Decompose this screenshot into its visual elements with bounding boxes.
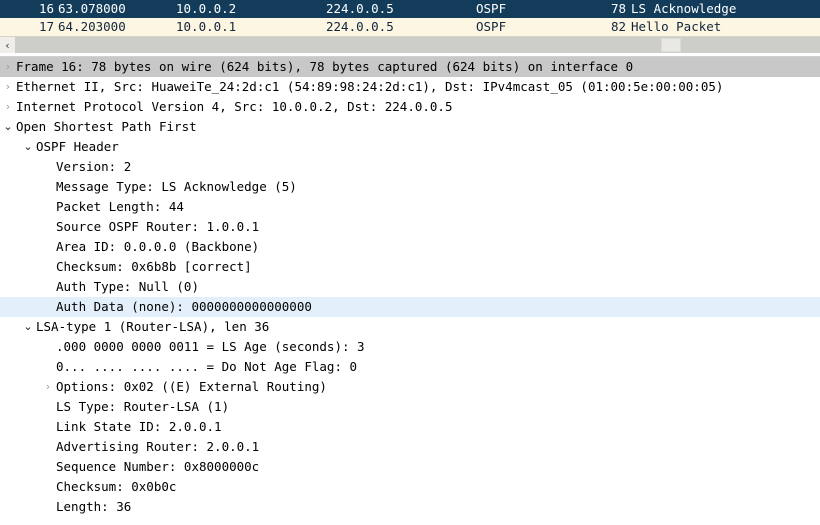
tree-indent-spacer: LS Type: Router-LSA (1) (0, 397, 229, 417)
chevron-right-icon[interactable]: › (0, 77, 16, 97)
detail-tree-row[interactable]: Auth Type: Null (0) (0, 277, 820, 297)
detail-tree-label: Open Shortest Path First (16, 119, 197, 134)
tree-indent-spacer: .000 0000 0000 0011 = LS Age (seconds): … (0, 337, 365, 357)
tree-indent-spacer: Source OSPF Router: 1.0.0.1 (0, 217, 259, 237)
detail-tree-row[interactable]: Source OSPF Router: 1.0.0.1 (0, 217, 820, 237)
detail-tree-label: Checksum: 0x0b0c (56, 479, 177, 494)
packet-list-horizontal-scrollbar[interactable]: ‹ (0, 36, 820, 53)
chevron-down-icon[interactable]: ⌄ (20, 137, 36, 157)
packet-destination-cell: 224.0.0.5 (326, 19, 394, 34)
detail-tree-label: LSA-type 1 (Router-LSA), len 36 (36, 319, 270, 334)
detail-tree-label: Advertising Router: 2.0.0.1 (56, 439, 260, 454)
detail-tree-row[interactable]: ⌄ LSA-type 1 (Router-LSA), len 36 (0, 317, 820, 337)
detail-tree-label: .000 0000 0000 0011 = LS Age (seconds): … (56, 339, 365, 354)
chevron-right-icon[interactable]: › (0, 57, 16, 77)
detail-tree-label: OSPF Header (36, 139, 119, 154)
detail-tree-label: Auth Data (none): 0000000000000000 (56, 299, 312, 314)
chevron-down-icon[interactable]: ⌄ (20, 317, 36, 337)
detail-tree-row[interactable]: .000 0000 0000 0011 = LS Age (seconds): … (0, 337, 820, 357)
packet-time-cell: 64.203000 (58, 19, 126, 34)
chevron-down-icon[interactable]: ⌄ (0, 117, 16, 137)
detail-tree-label: 0... .... .... .... = Do Not Age Flag: 0 (56, 359, 358, 374)
tree-indent-spacer: › Internet Protocol Version 4, Src: 10.0.… (0, 97, 453, 117)
detail-tree-label: Frame 16: 78 bytes on wire (624 bits), 7… (16, 59, 634, 74)
detail-tree-row[interactable]: Area ID: 0.0.0.0 (Backbone) (0, 237, 820, 257)
tree-indent-spacer: Packet Length: 44 (0, 197, 184, 217)
chevron-right-icon[interactable]: › (0, 97, 16, 117)
scrollbar-thumb[interactable] (661, 38, 681, 52)
detail-tree-label: Options: 0x02 ((E) External Routing) (56, 379, 327, 394)
packet-list-row[interactable]: 17 64.203000 10.0.0.1 224.0.0.5 OSPF 82 Hello … (0, 18, 820, 36)
detail-tree-label: Checksum: 0x6b8b [correct] (56, 259, 252, 274)
detail-tree-label: Link State ID: 2.0.0.1 (56, 419, 222, 434)
packet-list-pane[interactable]: 16 63.078000 10.0.0.2 224.0.0.5 OSPF 78 LS Ack… (0, 0, 820, 36)
tree-indent-spacer: ⌄ Open Shortest Path First (0, 117, 197, 137)
tree-indent-spacer: Advertising Router: 2.0.0.1 (0, 437, 259, 457)
tree-indent-spacer: Version: 2 (0, 157, 131, 177)
packet-time-cell: 63.078000 (58, 1, 126, 16)
detail-tree-row[interactable]: Message Type: LS Acknowledge (5) (0, 177, 820, 197)
detail-tree-row[interactable]: 0... .... .... .... = Do Not Age Flag: 0 (0, 357, 820, 377)
detail-tree-row[interactable]: Checksum: 0x0b0c (0, 477, 820, 497)
packet-list-row[interactable]: 16 63.078000 10.0.0.2 224.0.0.5 OSPF 78 LS Ack… (0, 0, 820, 18)
tree-indent-spacer: ⌄ OSPF Header (0, 137, 119, 157)
tree-indent-spacer: Sequence Number: 0x8000000c (0, 457, 259, 477)
detail-tree-label: Packet Length: 44 (56, 199, 184, 214)
tree-indent-spacer: Message Type: LS Acknowledge (5) (0, 177, 297, 197)
detail-tree-row[interactable]: › Options: 0x02 ((E) External Routing) (0, 377, 820, 397)
detail-tree-label: Auth Type: Null (0) (56, 279, 199, 294)
tree-indent-spacer: 0... .... .... .... = Do Not Age Flag: 0 (0, 357, 357, 377)
detail-tree-row[interactable]: ⌄ OSPF Header (0, 137, 820, 157)
packet-detail-pane[interactable]: › Frame 16: 78 bytes on wire (624 bits), … (0, 57, 820, 520)
detail-tree-label: Ethernet II, Src: HuaweiTe_24:2d:c1 (54:… (16, 79, 724, 94)
packet-info-cell: LS Acknowledge (631, 1, 737, 16)
detail-tree-label: Message Type: LS Acknowledge (5) (56, 179, 297, 194)
detail-tree-row[interactable]: Sequence Number: 0x8000000c (0, 457, 820, 477)
detail-tree-label: LS Type: Router-LSA (1) (56, 399, 230, 414)
detail-tree-row[interactable]: › Ethernet II, Src: HuaweiTe_24:2d:c1 (54… (0, 77, 820, 97)
detail-tree-row[interactable]: Advertising Router: 2.0.0.1 (0, 437, 820, 457)
detail-tree-label: Sequence Number: 0x8000000c (56, 459, 260, 474)
detail-tree-label: Internet Protocol Version 4, Src: 10.0.0… (16, 99, 453, 114)
tree-indent-spacer: Checksum: 0x6b8b [correct] (0, 257, 252, 277)
tree-indent-spacer: Area ID: 0.0.0.0 (Backbone) (0, 237, 259, 257)
packet-length-cell: 82 (610, 19, 626, 34)
scroll-left-arrow-icon[interactable]: ‹ (0, 37, 15, 53)
detail-tree-row[interactable]: Version: 2 (0, 157, 820, 177)
tree-indent-spacer: Auth Type: Null (0) (0, 277, 199, 297)
tree-indent-spacer: › Ethernet II, Src: HuaweiTe_24:2d:c1 (54… (0, 77, 724, 97)
packet-source-cell: 10.0.0.1 (176, 19, 237, 34)
packet-no-cell: 16 (38, 1, 54, 16)
tree-indent-spacer: Link State ID: 2.0.0.1 (0, 417, 222, 437)
detail-tree-label: Length: 36 (56, 499, 132, 514)
packet-destination-cell: 224.0.0.5 (326, 1, 394, 16)
detail-tree-row[interactable]: › Internet Protocol Version 4, Src: 10.0.… (0, 97, 820, 117)
tree-indent-spacer: › Frame 16: 78 bytes on wire (624 bits), … (0, 57, 633, 77)
packet-info-cell: Hello Packet (631, 19, 722, 34)
packet-source-cell: 10.0.0.2 (176, 1, 237, 16)
tree-indent-spacer: › Options: 0x02 ((E) External Routing) (0, 377, 327, 397)
detail-tree-row[interactable]: Checksum: 0x6b8b [correct] (0, 257, 820, 277)
packet-length-cell: 78 (610, 1, 626, 16)
detail-tree-row[interactable]: Packet Length: 44 (0, 197, 820, 217)
tree-indent-spacer: ⌄ LSA-type 1 (Router-LSA), len 36 (0, 317, 269, 337)
chevron-right-icon[interactable]: › (40, 377, 56, 397)
tree-indent-spacer: Checksum: 0x0b0c (0, 477, 176, 497)
packet-protocol-cell: OSPF (476, 1, 507, 16)
detail-tree-row[interactable]: ⌄ Open Shortest Path First (0, 117, 820, 137)
detail-tree-row[interactable]: LS Type: Router-LSA (1) (0, 397, 820, 417)
scrollbar-track[interactable] (16, 37, 820, 53)
packet-no-cell: 17 (38, 19, 54, 34)
detail-tree-row[interactable]: Length: 36 (0, 497, 820, 517)
detail-tree-row[interactable]: Link State ID: 2.0.0.1 (0, 417, 820, 437)
tree-indent-spacer: Length: 36 (0, 497, 131, 517)
tree-indent-spacer: Auth Data (none): 0000000000000000 (0, 297, 312, 317)
detail-tree-label: Area ID: 0.0.0.0 (Backbone) (56, 239, 260, 254)
detail-tree-label: Version: 2 (56, 159, 132, 174)
detail-tree-row[interactable]: Auth Data (none): 0000000000000000 (0, 297, 820, 317)
packet-protocol-cell: OSPF (476, 19, 507, 34)
detail-tree-label: Source OSPF Router: 1.0.0.1 (56, 219, 260, 234)
detail-tree-row[interactable]: › Frame 16: 78 bytes on wire (624 bits), … (0, 57, 820, 77)
